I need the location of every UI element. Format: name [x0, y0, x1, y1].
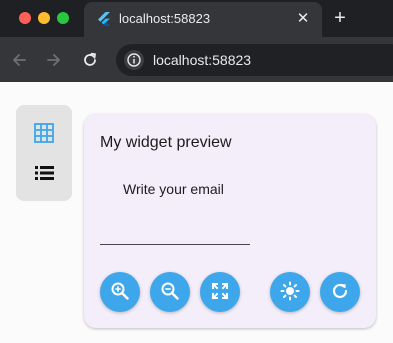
navigation-rail [16, 105, 72, 201]
back-arrow-icon[interactable] [9, 50, 29, 70]
browser-chrome: localhost:58823 ✕ + localhost:58823 [0, 0, 393, 82]
tab-title: localhost:58823 [119, 11, 211, 26]
zoom-in-icon [109, 280, 131, 305]
flutter-icon [96, 11, 112, 27]
close-tab-icon[interactable]: ✕ [294, 10, 312, 28]
url-text[interactable]: localhost:58823 [153, 52, 251, 68]
email-field[interactable] [100, 214, 250, 245]
refresh-icon [329, 280, 351, 305]
brightness-button[interactable] [270, 272, 310, 312]
refresh-button[interactable] [320, 272, 360, 312]
zoom-out-button[interactable] [150, 272, 190, 312]
card-title: My widget preview [100, 134, 232, 151]
browser-toolbar: localhost:58823 [0, 37, 393, 82]
site-info-icon[interactable] [124, 50, 144, 70]
grid-icon[interactable] [28, 117, 60, 149]
tab-strip: localhost:58823 ✕ + [0, 0, 393, 37]
zoom-out-icon [159, 280, 181, 305]
fit-screen-button[interactable] [200, 272, 240, 312]
widget-preview-card: My widget preview Write your email [84, 114, 376, 328]
app-content: My widget preview Write your email [0, 82, 393, 343]
close-window-button[interactable] [19, 12, 31, 24]
minimize-window-button[interactable] [38, 12, 50, 24]
maximize-window-button[interactable] [57, 12, 69, 24]
zoom-in-button[interactable] [100, 272, 140, 312]
fit-screen-icon [209, 280, 231, 305]
reload-icon[interactable] [80, 50, 100, 70]
new-tab-icon[interactable]: + [330, 8, 350, 28]
email-field-label: Write your email [123, 181, 224, 197]
list-icon[interactable] [28, 157, 60, 189]
forward-arrow-icon[interactable] [44, 50, 64, 70]
address-bar[interactable]: localhost:58823 [116, 44, 393, 76]
brightness-icon [279, 280, 301, 305]
browser-tab[interactable]: localhost:58823 ✕ [84, 2, 322, 37]
